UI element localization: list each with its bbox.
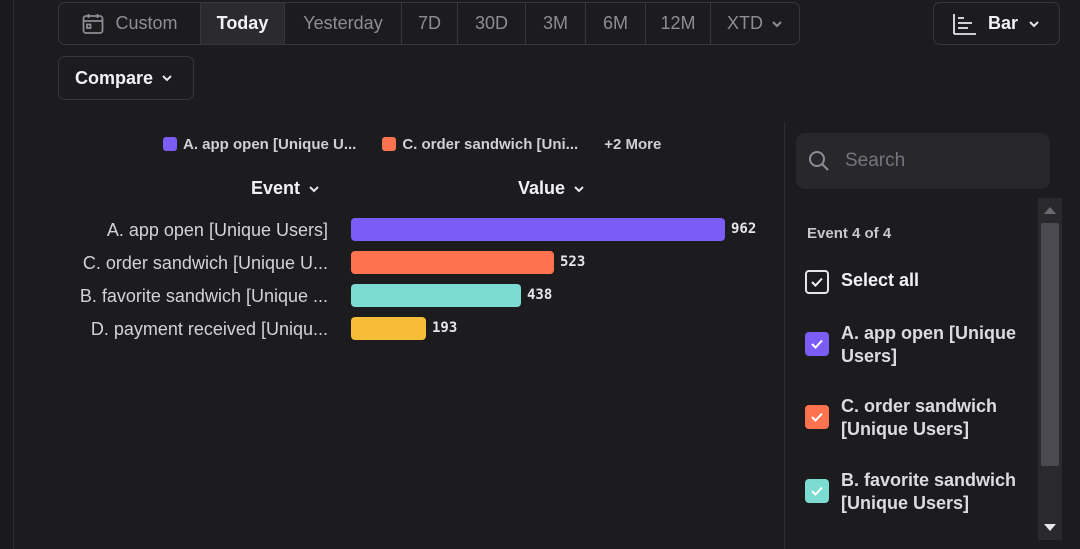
- range-xtd-label: XTD: [727, 13, 763, 33]
- search-icon: [809, 151, 829, 171]
- column-header-value[interactable]: Value: [518, 178, 585, 199]
- bar-category-label: D. payment received [Uniqu...: [90, 319, 328, 339]
- chevron-down-icon: [162, 75, 172, 82]
- bar[interactable]: [351, 218, 725, 241]
- event-checkbox-label-line: [Unique Users]: [841, 493, 970, 513]
- legend-label: A. app open [Unique U...: [183, 135, 357, 153]
- event-checkbox-label-line: C. order sandwich: [841, 396, 998, 416]
- left-rail: [0, 0, 14, 549]
- legend-item[interactable]: C. order sandwich [Uni...: [382, 136, 578, 153]
- check-icon: [811, 412, 823, 422]
- bar-category-label: B. favorite sandwich [Unique ...: [79, 286, 328, 306]
- scroll-down-icon[interactable]: [1044, 524, 1056, 531]
- event-checkbox-item[interactable]: B. favorite sandwich [Unique Users]: [805, 469, 1030, 515]
- scroll-thumb[interactable]: [1041, 223, 1059, 466]
- bar-chart-icon: [953, 13, 976, 35]
- event-checkbox-label-line: Users]: [841, 346, 898, 366]
- bar-category-label: A. app open [Unique Users]: [106, 220, 328, 240]
- calendar-icon: [83, 13, 104, 34]
- column-header-event-label: Event: [251, 178, 301, 198]
- event-checkbox-label-line: B. favorite sandwich: [841, 470, 1017, 490]
- bar-value-label: 438: [527, 287, 553, 303]
- legend-more-link[interactable]: +2 More: [604, 136, 661, 153]
- bar[interactable]: [351, 284, 521, 307]
- search-input[interactable]: [845, 150, 1035, 172]
- legend-swatch: [163, 137, 177, 151]
- range-custom[interactable]: Custom: [59, 3, 201, 44]
- select-all-checkbox[interactable]: Select all: [805, 269, 1030, 294]
- chart-type-dropdown[interactable]: Bar: [933, 2, 1060, 45]
- checkbox[interactable]: [805, 405, 829, 429]
- range-yesterday[interactable]: Yesterday: [285, 3, 402, 44]
- event-count-label: Event 4 of 4: [807, 225, 892, 242]
- range-3m[interactable]: 3M: [526, 3, 586, 44]
- column-header-value-label: Value: [518, 178, 566, 198]
- check-icon: [811, 486, 823, 496]
- bar[interactable]: [351, 251, 554, 274]
- bar-value-label: 193: [432, 320, 458, 336]
- range-xtd[interactable]: XTD: [711, 3, 799, 44]
- check-icon: [811, 339, 823, 349]
- range-7d[interactable]: 7D: [402, 3, 458, 44]
- bar-value-label: 523: [560, 254, 586, 270]
- column-header-event[interactable]: Event: [251, 178, 320, 199]
- chevron-down-icon: [309, 185, 319, 192]
- bar[interactable]: [351, 317, 426, 340]
- checkbox[interactable]: [805, 270, 829, 294]
- checkbox[interactable]: [805, 479, 829, 503]
- checkbox[interactable]: [805, 332, 829, 356]
- range-today[interactable]: Today: [201, 3, 285, 44]
- range-custom-label: Custom: [115, 13, 178, 33]
- event-checkbox-label-line: [Unique Users]: [841, 419, 970, 439]
- event-checkbox-label: B. favorite sandwich [Unique Users]: [841, 469, 1016, 515]
- event-checkbox-label: A. app open [Unique Users]: [841, 322, 1016, 368]
- range-6m[interactable]: 6M: [586, 3, 646, 44]
- chart-type-label: Bar: [988, 13, 1019, 33]
- legend-label: C. order sandwich [Uni...: [402, 135, 579, 153]
- event-checkbox-item[interactable]: A. app open [Unique Users]: [805, 322, 1030, 368]
- select-all-label: Select all: [841, 270, 920, 290]
- bar-category-label: C. order sandwich [Unique U...: [82, 253, 328, 273]
- legend-swatch: [382, 137, 397, 151]
- event-checkbox-label: C. order sandwich [Unique Users]: [841, 395, 997, 441]
- compare-label: Compare: [75, 67, 154, 88]
- range-12m[interactable]: 12M: [646, 3, 711, 44]
- range-30d[interactable]: 30D: [458, 3, 526, 44]
- check-icon: [811, 277, 823, 287]
- chart-legend: A. app open [Unique U... C. order sandwi…: [163, 134, 661, 154]
- panel-divider: [784, 122, 785, 549]
- date-range-selector: Custom Today Yesterday 7D 30D 3M 6M 12M …: [58, 2, 800, 45]
- panel-scrollbar[interactable]: [1038, 198, 1062, 540]
- chevron-down-icon: [1029, 20, 1039, 27]
- bar-value-label: 962: [731, 221, 757, 237]
- compare-button[interactable]: Compare: [58, 56, 194, 100]
- legend-item[interactable]: A. app open [Unique U...: [163, 136, 356, 153]
- chevron-down-icon: [772, 20, 782, 27]
- event-checkbox-item[interactable]: C. order sandwich [Unique Users]: [805, 395, 1030, 441]
- chevron-down-icon: [574, 185, 584, 192]
- search-box[interactable]: [796, 133, 1050, 189]
- scroll-up-icon[interactable]: [1044, 207, 1056, 214]
- event-checkbox-label-line: A. app open [Unique: [841, 323, 1016, 343]
